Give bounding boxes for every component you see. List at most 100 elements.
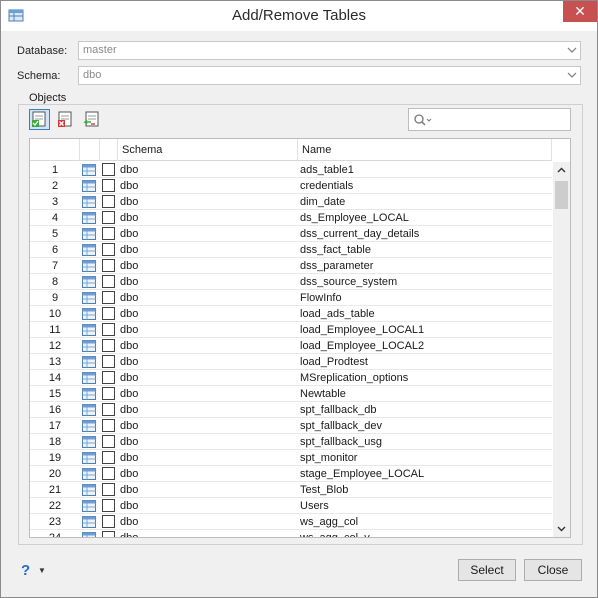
header-name[interactable]: Name bbox=[298, 139, 552, 161]
schema-combo[interactable]: dbo bbox=[78, 66, 581, 85]
row-number: 6 bbox=[51, 244, 59, 256]
table-row[interactable]: 17 dbo spt_fallback_dev bbox=[30, 418, 552, 434]
scroll-down-icon[interactable] bbox=[553, 520, 570, 537]
select-button[interactable]: Select bbox=[458, 559, 516, 581]
close-window-button[interactable]: ✕ bbox=[563, 1, 597, 22]
invert-selection-button[interactable] bbox=[81, 109, 102, 130]
row-checkbox[interactable] bbox=[102, 163, 115, 176]
row-name: ws_agg_col_v bbox=[300, 532, 370, 538]
row-checkbox[interactable] bbox=[102, 515, 115, 528]
table-row[interactable]: 19 dbo spt_monitor bbox=[30, 450, 552, 466]
row-name: stage_Employee_LOCAL bbox=[300, 468, 425, 480]
row-checkbox[interactable] bbox=[102, 499, 115, 512]
table-row[interactable]: 6 dbo dss_fact_table bbox=[30, 242, 552, 258]
schema-label: Schema: bbox=[17, 70, 61, 82]
row-number: 17 bbox=[48, 420, 62, 432]
table-row[interactable]: 15 dbo Newtable bbox=[30, 386, 552, 402]
table-icon bbox=[82, 532, 96, 537]
table-icon bbox=[82, 164, 96, 176]
row-checkbox[interactable] bbox=[102, 307, 115, 320]
table-row[interactable]: 9 dbo FlowInfo bbox=[30, 290, 552, 306]
table-icon bbox=[82, 468, 96, 480]
table-row[interactable]: 21 dbo Test_Blob bbox=[30, 482, 552, 498]
scroll-up-icon[interactable] bbox=[553, 162, 570, 179]
row-schema: dbo bbox=[120, 340, 139, 352]
row-checkbox[interactable] bbox=[102, 291, 115, 304]
table-row[interactable]: 5 dbo dss_current_day_details bbox=[30, 226, 552, 242]
row-schema: dbo bbox=[120, 324, 139, 336]
table-row[interactable]: 3 dbo dim_date bbox=[30, 194, 552, 210]
table-icon bbox=[82, 404, 96, 416]
row-number: 14 bbox=[48, 372, 62, 384]
table-icon bbox=[82, 292, 96, 304]
table-row[interactable]: 8 dbo dss_source_system bbox=[30, 274, 552, 290]
row-name: dim_date bbox=[300, 196, 346, 208]
row-name: load_ads_table bbox=[300, 308, 375, 320]
row-checkbox[interactable] bbox=[102, 355, 115, 368]
close-button[interactable]: Close bbox=[524, 559, 582, 581]
row-checkbox[interactable] bbox=[102, 339, 115, 352]
row-number: 11 bbox=[49, 324, 61, 336]
database-combo[interactable]: master bbox=[78, 41, 581, 60]
table-row[interactable]: 10 dbo load_ads_table bbox=[30, 306, 552, 322]
table-row[interactable]: 20 dbo stage_Employee_LOCAL bbox=[30, 466, 552, 482]
row-checkbox[interactable] bbox=[102, 387, 115, 400]
row-number: 10 bbox=[48, 308, 62, 320]
scroll-thumb[interactable] bbox=[555, 181, 568, 209]
row-checkbox[interactable] bbox=[102, 195, 115, 208]
row-checkbox[interactable] bbox=[102, 323, 115, 336]
row-number: 24 bbox=[48, 532, 62, 538]
row-checkbox[interactable] bbox=[102, 403, 115, 416]
row-checkbox[interactable] bbox=[102, 531, 115, 537]
table-row[interactable]: 11 dbo load_Employee_LOCAL1 bbox=[30, 322, 552, 338]
table-icon bbox=[82, 436, 96, 448]
select-all-button[interactable] bbox=[29, 109, 50, 130]
row-checkbox[interactable] bbox=[102, 483, 115, 496]
row-checkbox[interactable] bbox=[102, 451, 115, 464]
help-icon[interactable]: ? bbox=[21, 562, 30, 579]
table-icon bbox=[82, 244, 96, 256]
row-name: ds_Employee_LOCAL bbox=[300, 212, 409, 224]
vertical-scrollbar[interactable] bbox=[553, 162, 570, 537]
table-row[interactable]: 7 dbo dss_parameter bbox=[30, 258, 552, 274]
help-dropdown-icon[interactable]: ▼ bbox=[38, 566, 46, 575]
row-checkbox[interactable] bbox=[102, 275, 115, 288]
header-schema[interactable]: Schema bbox=[118, 139, 298, 161]
row-schema: dbo bbox=[120, 452, 139, 464]
table-icon bbox=[82, 388, 96, 400]
row-checkbox[interactable] bbox=[102, 243, 115, 256]
table-row[interactable]: 16 dbo spt_fallback_db bbox=[30, 402, 552, 418]
row-schema: dbo bbox=[120, 372, 139, 384]
window-title: Add/Remove Tables bbox=[232, 7, 366, 24]
table-row[interactable]: 1 dbo ads_table1 bbox=[30, 162, 552, 178]
row-checkbox[interactable] bbox=[102, 259, 115, 272]
table-row[interactable]: 22 dbo Users bbox=[30, 498, 552, 514]
row-checkbox[interactable] bbox=[102, 419, 115, 432]
table-row[interactable]: 12 dbo load_Employee_LOCAL2 bbox=[30, 338, 552, 354]
select-all-icon bbox=[32, 111, 46, 127]
table-row[interactable]: 4 dbo ds_Employee_LOCAL bbox=[30, 210, 552, 226]
table-row[interactable]: 18 dbo spt_fallback_usg bbox=[30, 434, 552, 450]
row-checkbox[interactable] bbox=[102, 467, 115, 480]
search-field[interactable] bbox=[408, 108, 571, 131]
schema-value: dbo bbox=[83, 69, 102, 81]
row-checkbox[interactable] bbox=[102, 227, 115, 240]
table-row[interactable]: 2 dbo credentials bbox=[30, 178, 552, 194]
row-checkbox[interactable] bbox=[102, 179, 115, 192]
table-row[interactable]: 13 dbo load_Prodtest bbox=[30, 354, 552, 370]
row-checkbox[interactable] bbox=[102, 435, 115, 448]
table-row[interactable]: 14 dbo MSreplication_options bbox=[30, 370, 552, 386]
row-checkbox[interactable] bbox=[102, 371, 115, 384]
row-name: spt_fallback_db bbox=[300, 404, 377, 416]
row-name: dss_current_day_details bbox=[300, 228, 420, 240]
table-row[interactable]: 23 dbo ws_agg_col bbox=[30, 514, 552, 530]
row-schema: dbo bbox=[120, 484, 139, 496]
row-checkbox[interactable] bbox=[102, 211, 115, 224]
row-number: 8 bbox=[51, 276, 59, 288]
row-schema: dbo bbox=[120, 532, 139, 538]
tables-grid[interactable]: Schema Name 1 dbo ads_table1 2 dbo credential… bbox=[29, 138, 571, 538]
row-number: 3 bbox=[51, 196, 59, 208]
deselect-all-button[interactable] bbox=[55, 109, 76, 130]
table-row[interactable]: 24 dbo ws_agg_col_v bbox=[30, 530, 552, 538]
row-number: 1 bbox=[51, 164, 59, 176]
